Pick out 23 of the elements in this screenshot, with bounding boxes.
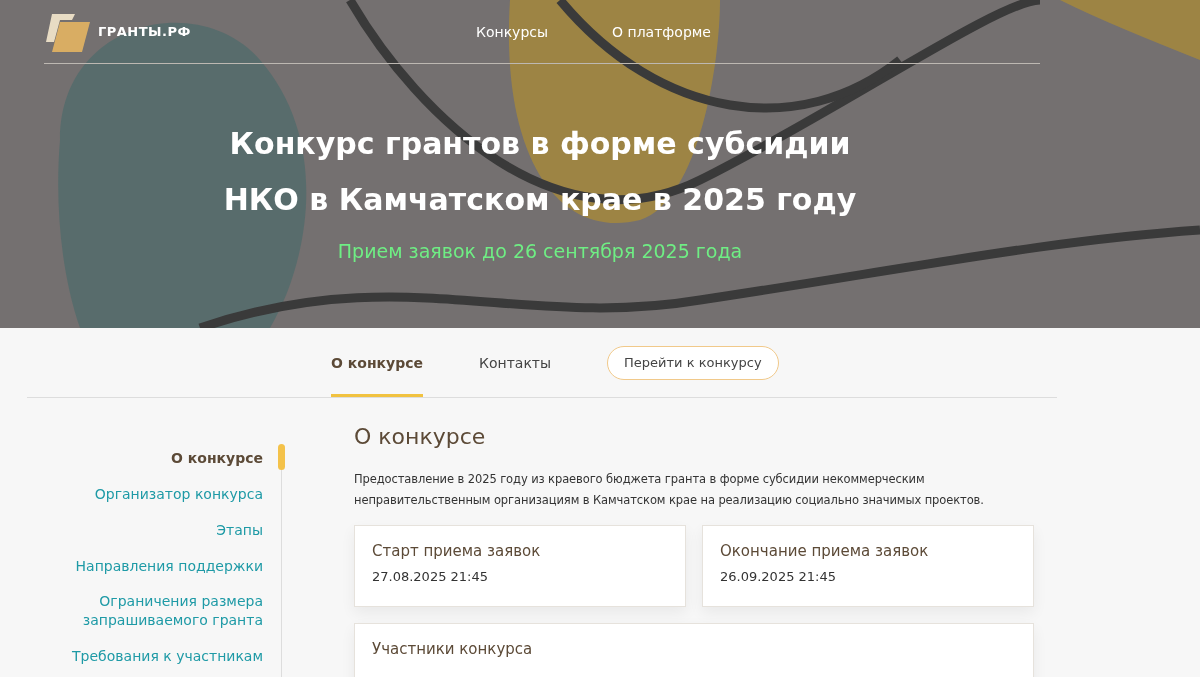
- go-to-contest-button[interactable]: Перейти к конкурсу: [607, 345, 779, 380]
- description-text: Предоставление в 2025 году из краевого бюджета гранта в форме субсидии некоммерческим неправительственным организациям в Камчатском крае на реализацию социально значимых проектов.: [354, 471, 985, 509]
- nav-link[interactable]: О платформе: [612, 23, 711, 40]
- section-heading: О конкурсе: [354, 424, 487, 449]
- card-value: 27.08.2025 21:45: [372, 569, 490, 584]
- sidebar-item[interactable]: О конкурсе: [43, 449, 263, 468]
- tab[interactable]: Контакты: [479, 328, 552, 397]
- tab[interactable]: О конкурсе: [331, 328, 423, 397]
- card-title: Старт приема заявок: [372, 542, 542, 560]
- sidebar-item[interactable]: Требования к участникам: [43, 647, 263, 666]
- deadline-text: Прием заявок до 26 сентября 2025 года: [336, 240, 744, 262]
- logo-icon: [44, 11, 90, 52]
- card-value: 26.09.2025 21:45: [720, 569, 838, 584]
- sidebar-item[interactable]: Этапы: [43, 521, 263, 540]
- sidebar-item[interactable]: Организатор конкурса: [43, 485, 263, 504]
- contest-title: Конкурс грантов в форме субсидии НКО в Камчатском крае в 2025 году: [222, 125, 858, 219]
- active-indicator: [278, 444, 285, 470]
- nav-link[interactable]: Конкурсы: [476, 23, 549, 40]
- logo-text[interactable]: ГРАНТЫ.РФ: [98, 24, 191, 39]
- sidebar-item[interactable]: Ограничения размера запрашиваемого гранта: [43, 592, 263, 630]
- card-title: Участники конкурса: [372, 640, 534, 658]
- card-title: Окончание приема заявок: [720, 542, 930, 560]
- sidebar-item[interactable]: Направления поддержки: [43, 557, 263, 576]
